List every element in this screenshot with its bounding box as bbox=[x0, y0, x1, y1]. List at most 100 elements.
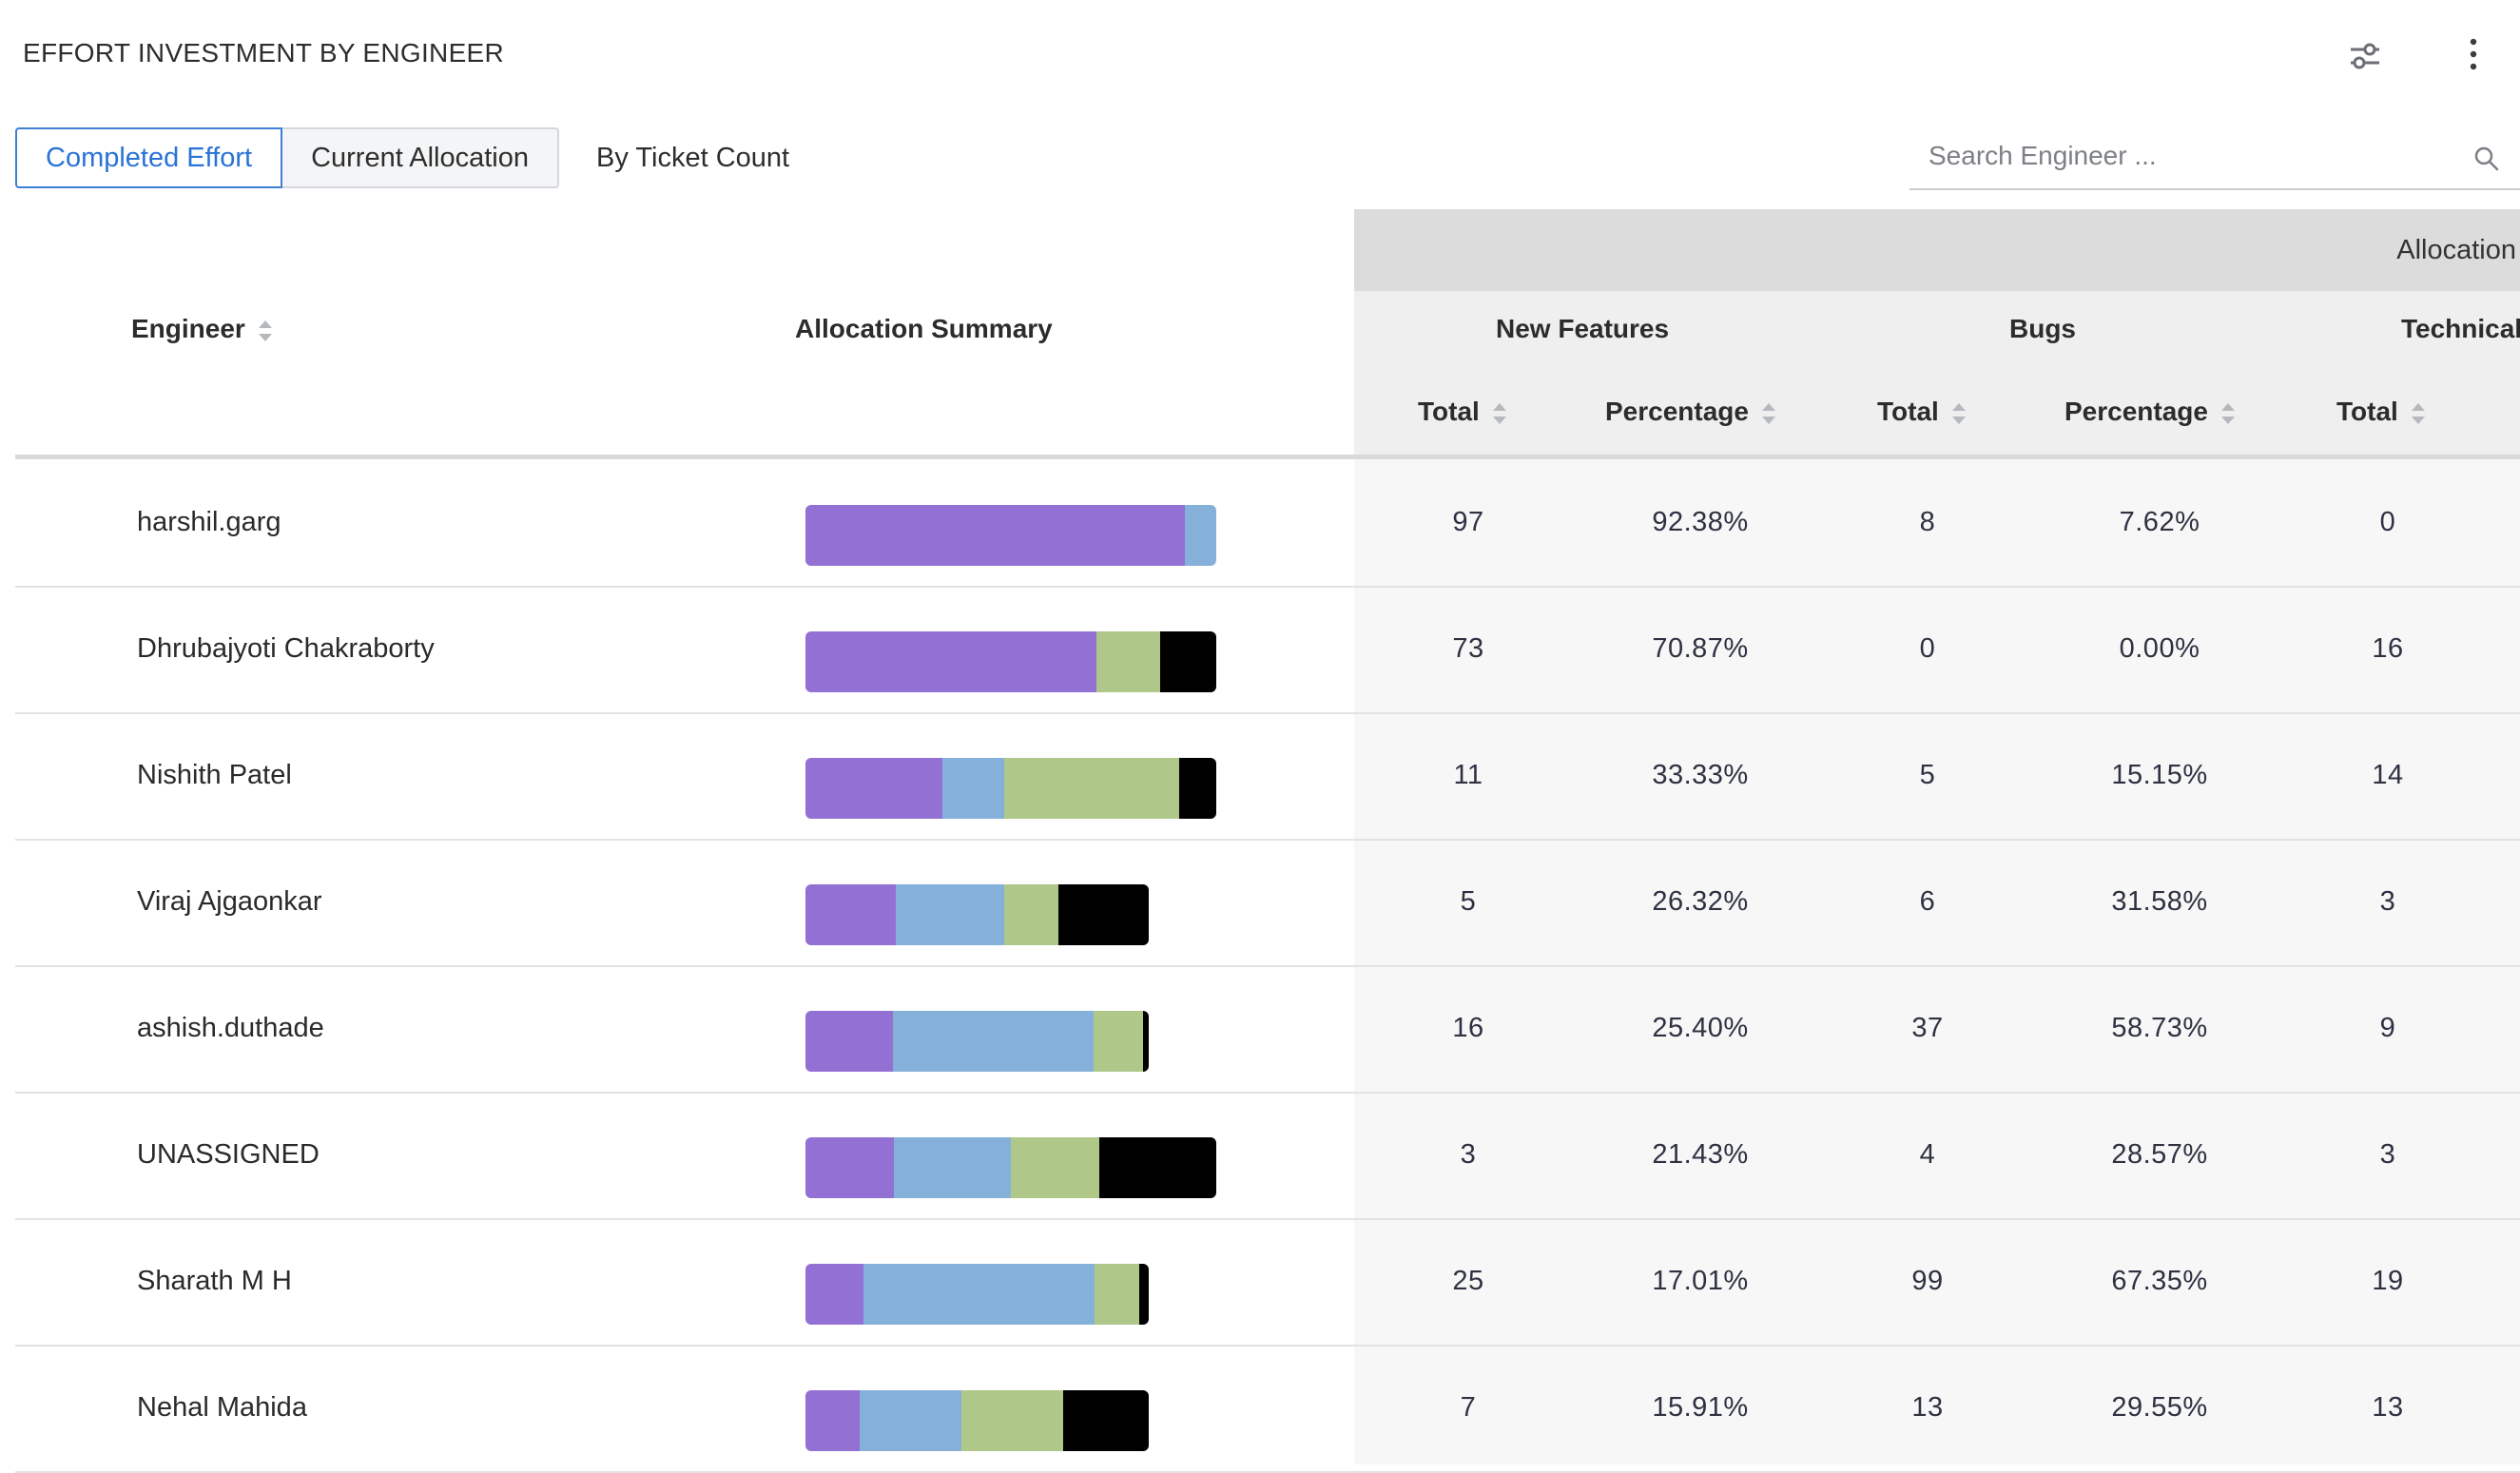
nf-percentage-label: Percentage bbox=[1605, 397, 1749, 426]
technical-segment bbox=[1003, 884, 1058, 945]
bugs-percentage-cell: 67.35% bbox=[2111, 1266, 2208, 1296]
bugs-segment bbox=[863, 1264, 1095, 1325]
nf-percentage-cell: 17.01% bbox=[1652, 1266, 1749, 1296]
new-features-segment bbox=[805, 505, 1186, 566]
new-features-header: New Features bbox=[1496, 314, 1670, 343]
technical-total-cell: 16 bbox=[2372, 633, 2404, 664]
effort-investment-widget: EFFORT INVESTMENT BY ENGINEER Completed … bbox=[0, 0, 2520, 1473]
technical-total-cell: 13 bbox=[2372, 1392, 2404, 1423]
other-segment bbox=[1098, 1137, 1216, 1198]
bugs-segment bbox=[892, 1011, 1095, 1072]
bugs-percentage-cell: 28.57% bbox=[2111, 1139, 2208, 1170]
other-segment bbox=[1138, 1264, 1149, 1325]
nf-percentage-cell: 25.40% bbox=[1652, 1013, 1749, 1043]
bugs-segment bbox=[941, 758, 1005, 819]
allocation-summary-bar[interactable] bbox=[805, 1137, 1216, 1198]
bugs-percentage-header[interactable]: Percentage bbox=[2064, 397, 2235, 427]
nf-total-cell: 25 bbox=[1452, 1266, 1484, 1296]
widget-title: EFFORT INVESTMENT BY ENGINEER bbox=[23, 38, 505, 68]
technical-total-cell: 0 bbox=[2379, 507, 2396, 537]
bugs-total-cell: 37 bbox=[1911, 1013, 1944, 1043]
technical-total-cell: 14 bbox=[2372, 760, 2404, 790]
technical-segment bbox=[1094, 1011, 1143, 1072]
nf-percentage-cell: 15.91% bbox=[1652, 1392, 1749, 1423]
new-features-segment bbox=[805, 1264, 864, 1325]
table-row[interactable]: Viraj Ajgaonkar 5 26.32% 6 31.58% 3 bbox=[15, 839, 2520, 967]
allocation-summary-bar[interactable] bbox=[805, 1011, 1149, 1072]
nf-percentage-cell: 70.87% bbox=[1652, 633, 1749, 664]
other-segment bbox=[1160, 631, 1216, 692]
table-row[interactable]: Nehal Mahida 7 15.91% 13 29.55% 13 bbox=[15, 1345, 2520, 1473]
new-features-segment bbox=[805, 758, 942, 819]
allocation-summary-bar[interactable] bbox=[805, 631, 1216, 692]
allocation-summary-header: Allocation Summary bbox=[795, 314, 1053, 343]
allocation-summary-bar[interactable] bbox=[805, 505, 1216, 566]
table-row[interactable]: harshil.garg 97 92.38% 8 7.62% 0 bbox=[15, 459, 2520, 588]
table-row[interactable]: ashish.duthade 16 25.40% 37 58.73% 9 bbox=[15, 965, 2520, 1094]
nf-total-cell: 16 bbox=[1452, 1013, 1484, 1043]
technical-total-header[interactable]: Total bbox=[2336, 397, 2425, 427]
technical-total-cell: 3 bbox=[2379, 1139, 2396, 1170]
nf-total-label: Total bbox=[1418, 397, 1480, 426]
bugs-percentage-cell: 7.62% bbox=[2119, 507, 2200, 537]
search-box bbox=[1909, 127, 2520, 190]
search-icon[interactable] bbox=[2471, 143, 2503, 175]
bugs-percentage-cell: 31.58% bbox=[2111, 886, 2208, 917]
bugs-total-cell: 99 bbox=[1911, 1266, 1944, 1296]
technical-segment bbox=[1010, 1137, 1099, 1198]
technical-total-cell: 3 bbox=[2379, 886, 2396, 917]
tab-completed-effort[interactable]: Completed Effort bbox=[15, 127, 283, 188]
bugs-total-cell: 13 bbox=[1911, 1392, 1944, 1423]
allocation-summary-bar[interactable] bbox=[805, 884, 1149, 945]
nf-total-cell: 11 bbox=[1453, 760, 1483, 790]
allocation-summary-bar[interactable] bbox=[805, 1264, 1149, 1325]
allocation-summary-bar[interactable] bbox=[805, 758, 1216, 819]
tab-current-allocation[interactable]: Current Allocation bbox=[282, 127, 559, 188]
bugs-segment bbox=[893, 1137, 1011, 1198]
sort-icon[interactable] bbox=[1951, 402, 1966, 424]
engineer-name: harshil.garg bbox=[137, 507, 281, 537]
technical-total-label: Total bbox=[2336, 397, 2398, 426]
bugs-total-header[interactable]: Total bbox=[1877, 397, 1966, 427]
bugs-percentage-cell: 29.55% bbox=[2111, 1392, 2208, 1423]
nf-percentage-header[interactable]: Percentage bbox=[1605, 397, 1775, 427]
table-row[interactable]: UNASSIGNED 3 21.43% 4 28.57% 3 bbox=[15, 1092, 2520, 1220]
other-segment bbox=[1178, 758, 1216, 819]
allocation-group-header: Allocation bbox=[1354, 209, 2520, 291]
more-vertical-icon[interactable] bbox=[2450, 32, 2497, 80]
nf-total-cell: 5 bbox=[1460, 886, 1477, 917]
new-features-segment bbox=[805, 631, 1097, 692]
allocation-summary-bar[interactable] bbox=[805, 1390, 1149, 1451]
bugs-percentage-label: Percentage bbox=[2064, 397, 2208, 426]
table-row[interactable]: Sharath M H 25 17.01% 99 67.35% 19 bbox=[15, 1218, 2520, 1347]
engineer-name: UNASSIGNED bbox=[137, 1139, 320, 1170]
technical-header: Technical bbox=[2401, 314, 2520, 343]
nf-total-header[interactable]: Total bbox=[1418, 397, 1506, 427]
bugs-total-label: Total bbox=[1877, 397, 1939, 426]
sort-icon[interactable] bbox=[1492, 402, 1506, 424]
table-row[interactable]: Nishith Patel 11 33.33% 5 15.15% 14 bbox=[15, 712, 2520, 841]
technical-segment bbox=[960, 1390, 1063, 1451]
nf-total-cell: 97 bbox=[1452, 507, 1484, 537]
bugs-header: Bugs bbox=[2009, 314, 2076, 343]
bugs-total-cell: 0 bbox=[1919, 633, 1936, 664]
table-row[interactable]: Dhrubajyoti Chakraborty 73 70.87% 0 0.00% 16 bbox=[15, 586, 2520, 714]
bugs-total-cell: 6 bbox=[1919, 886, 1936, 917]
ticket-count-label[interactable]: By Ticket Count bbox=[596, 127, 789, 188]
bugs-segment bbox=[895, 884, 1004, 945]
engineer-column-header[interactable]: Engineer bbox=[131, 314, 272, 344]
technical-total-cell: 19 bbox=[2372, 1266, 2404, 1296]
sort-icon[interactable] bbox=[258, 320, 272, 341]
engineer-name: Viraj Ajgaonkar bbox=[137, 886, 322, 917]
sort-icon[interactable] bbox=[2220, 402, 2235, 424]
bugs-percentage-cell: 0.00% bbox=[2119, 633, 2200, 664]
other-segment bbox=[1057, 884, 1149, 945]
search-engineer-input[interactable] bbox=[1929, 127, 2442, 184]
sort-icon[interactable] bbox=[1761, 402, 1775, 424]
sliders-icon[interactable] bbox=[2341, 32, 2389, 80]
new-features-segment bbox=[805, 1390, 861, 1451]
new-features-segment bbox=[805, 1137, 894, 1198]
nf-total-cell: 73 bbox=[1452, 633, 1484, 664]
sort-icon[interactable] bbox=[2411, 402, 2425, 424]
nf-percentage-cell: 33.33% bbox=[1652, 760, 1749, 790]
